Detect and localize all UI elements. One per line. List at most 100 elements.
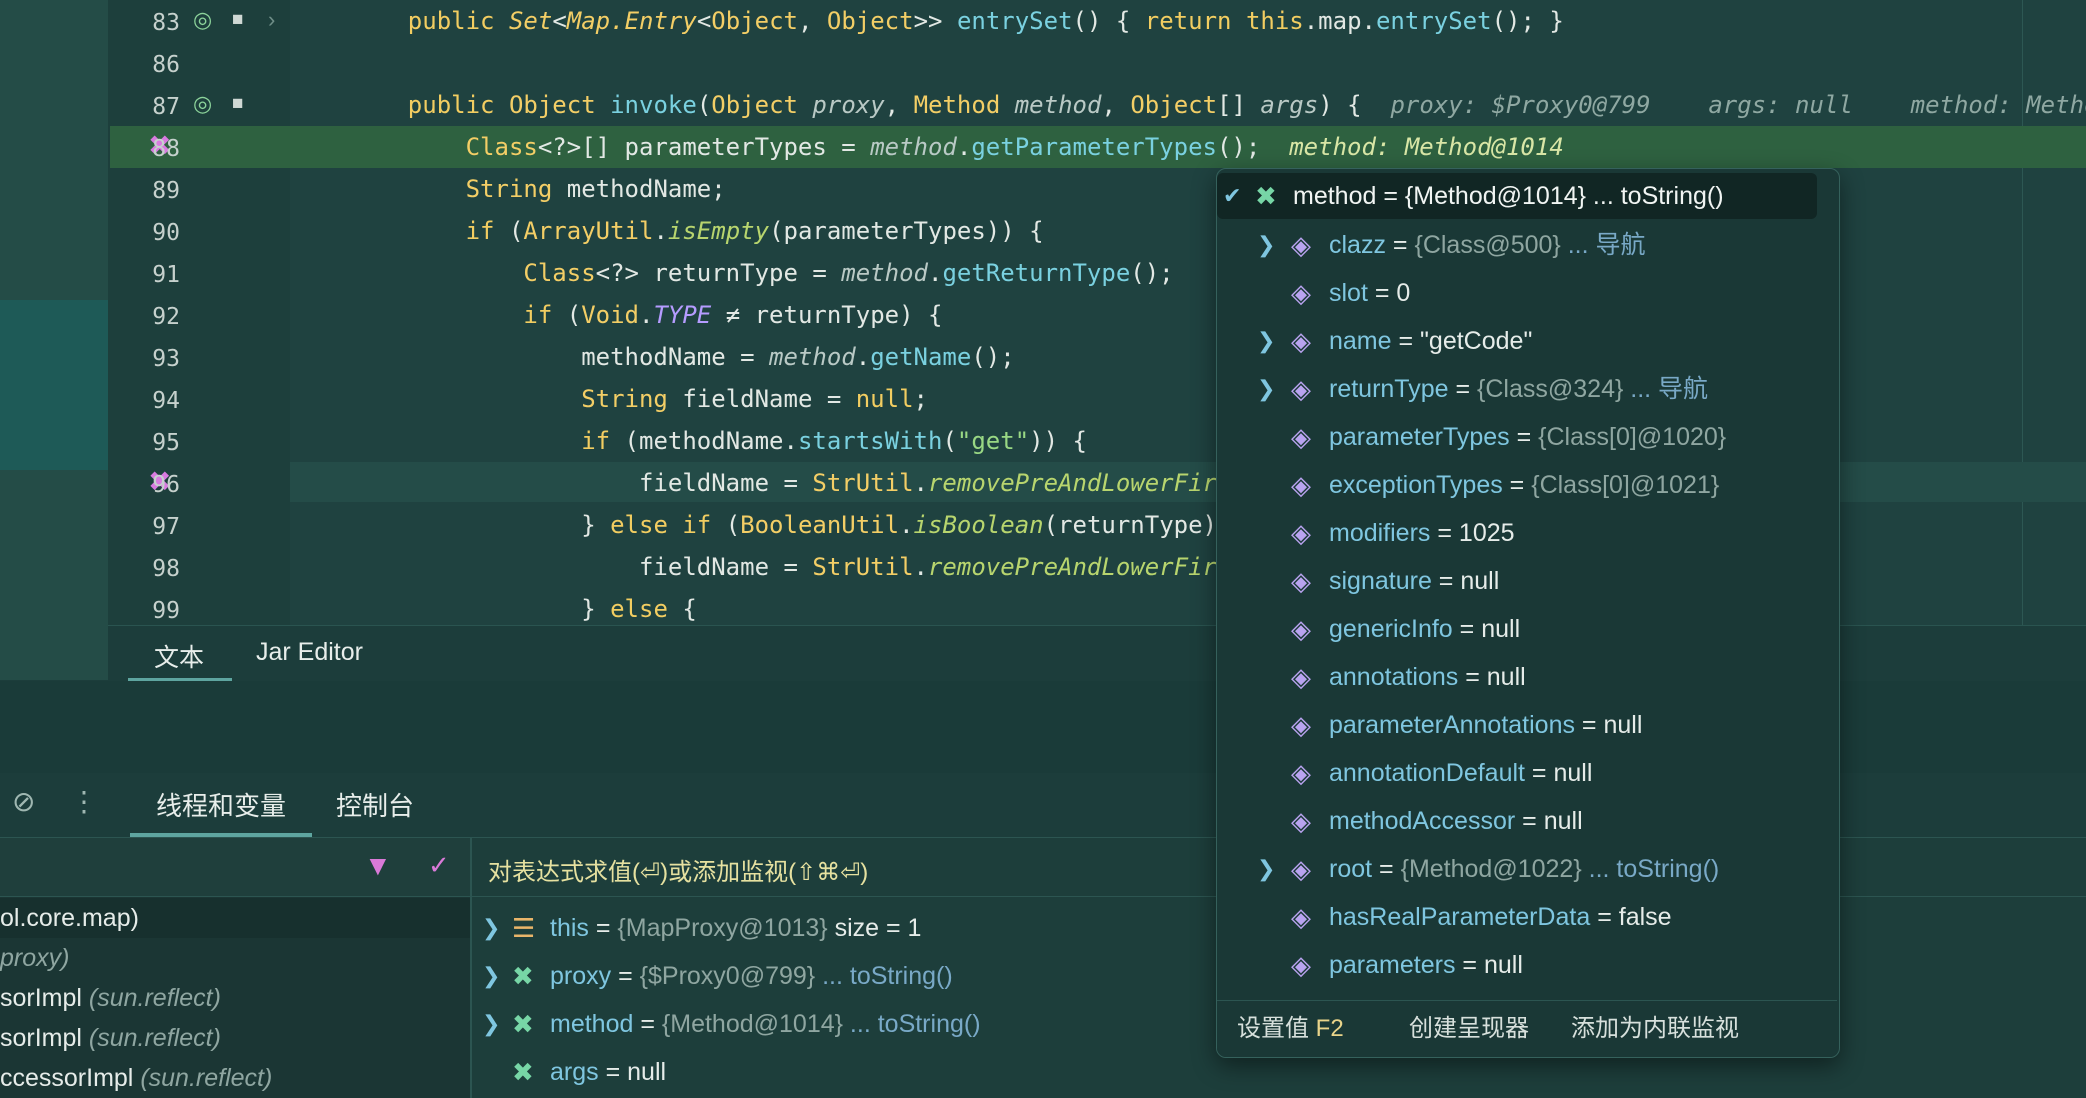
field-name: parameterAnnotations [1329, 711, 1575, 739]
popup-root-value: {Method@1014} [1404, 182, 1586, 210]
frame-row[interactable]: proxy) [0, 938, 470, 978]
frame-row[interactable]: ol.core.map) [0, 898, 470, 938]
popup-field-row[interactable]: ◈ parameters = null [1217, 941, 1837, 989]
field-icon: ◈ [1291, 614, 1311, 644]
field-icon: ◈ [1291, 854, 1311, 884]
code-line[interactable]: if (methodName.startsWith("get")) { [350, 426, 1087, 456]
popup-field-row[interactable]: ❯ ◈ clazz = {Class@500} ... 导航 [1217, 221, 1837, 269]
line-number[interactable]: 96 [108, 471, 180, 499]
add-inline-watch-button[interactable]: 添加为内联监视 [1571, 1001, 1739, 1057]
chevron-right-icon[interactable]: ❯ [1257, 221, 1275, 269]
checkmark-icon[interactable]: ✓ [428, 850, 450, 881]
override-icon[interactable]: ◎ [193, 90, 212, 118]
code-line[interactable]: public Object invoke(Object proxy, Metho… [350, 90, 2086, 120]
variable-row[interactable]: ❯ ☰ this = {MapProxy@1013} size = 1 [472, 904, 1212, 952]
popup-root-row[interactable]: ✔ ✖ method = {Method@1014} ... toString(… [1217, 173, 1817, 219]
popup-field-row[interactable]: ◈ parameterAnnotations = null [1217, 701, 1837, 749]
popup-field-row[interactable]: ◈ signature = null [1217, 557, 1837, 605]
mute-breakpoints-icon[interactable]: ⊘ [12, 785, 35, 818]
variable-link[interactable]: ... toString() [843, 1010, 981, 1038]
set-value-button[interactable]: 设置值 F2 [1237, 1001, 1344, 1057]
code-token: String [465, 175, 567, 203]
tab-console[interactable]: 控制台 [336, 786, 414, 823]
chevron-right-icon[interactable]: ❯ [482, 904, 500, 952]
popup-root-tostring-link[interactable]: ... toString() [1586, 182, 1724, 210]
code-line[interactable]: String methodName; [350, 174, 726, 204]
line-number[interactable]: 93 [108, 345, 180, 373]
chevron-right-icon[interactable]: ❯ [482, 952, 500, 1000]
code-token: ( [725, 511, 741, 539]
code-token: ≠ returnType) { [711, 301, 943, 329]
code-token: , [1101, 91, 1131, 119]
chevron-right-icon[interactable]: ❯ [482, 1000, 500, 1048]
line-number[interactable]: 91 [108, 261, 180, 289]
line-number[interactable]: 88 [108, 135, 180, 163]
code-line[interactable]: if (ArrayUtil.isEmpty(parameterTypes)) { [350, 216, 1044, 246]
code-line[interactable]: Class<?> returnType = method.getReturnTy… [350, 258, 1173, 288]
code-line[interactable]: if (Void.TYPE ≠ returnType) { [350, 300, 942, 330]
frame-row[interactable]: sorImpl (sun.reflect) [0, 1018, 470, 1058]
popup-field-row[interactable]: ◈ parameterTypes = {Class[0]@1020} [1217, 413, 1837, 461]
code-line[interactable]: } else { [350, 594, 697, 624]
variable-row[interactable]: ❯ ✖ method = {Method@1014} ... toString() [472, 1000, 1212, 1048]
popup-field-row[interactable]: ◈ annotations = null [1217, 653, 1837, 701]
line-number[interactable]: 86 [108, 51, 180, 79]
popup-field-row[interactable]: ◈ modifiers = 1025 [1217, 509, 1837, 557]
code-line[interactable]: methodName = method.getName(); [350, 342, 1015, 372]
code-line[interactable]: fieldName = StrUtil.removePreAndLowerFir… [350, 468, 1275, 498]
field-plain-value: "getCode" [1420, 327, 1533, 355]
chevron-right-icon[interactable]: ❯ [1257, 845, 1275, 893]
line-number[interactable]: 95 [108, 429, 180, 457]
line-number[interactable]: 98 [108, 555, 180, 583]
popup-field-row[interactable]: ◈ exceptionTypes = {Class[0]@1021} [1217, 461, 1837, 509]
frame-row[interactable]: ccessorImpl (sun.reflect) [0, 1058, 470, 1098]
line-number[interactable]: 92 [108, 303, 180, 331]
field-link[interactable]: ... toString() [1582, 855, 1720, 883]
tab-threads-variables[interactable]: 线程和变量 [156, 786, 286, 823]
code-line[interactable]: fieldName = StrUtil.removePreAndLowerFir… [350, 552, 1275, 582]
tab-jar-editor[interactable]: Jar Editor [256, 638, 363, 667]
field-name: modifiers [1329, 519, 1431, 547]
line-number[interactable]: 99 [108, 597, 180, 625]
line-number[interactable]: 87 [108, 93, 180, 121]
popup-field-row[interactable]: ◈ slot = 0 [1217, 269, 1837, 317]
variable-row[interactable]: ❯ ✖ proxy = {$Proxy0@799} ... toString() [472, 952, 1212, 1000]
code-line[interactable]: public Set<Map.Entry<Object, Object>> en… [350, 6, 1564, 36]
more-options-icon[interactable]: ⋮ [70, 785, 98, 818]
field-link[interactable]: ... 导航 [1623, 375, 1708, 403]
popup-field-row[interactable]: ❯ ◈ root = {Method@1022} ... toString() [1217, 845, 1837, 893]
popup-field-row[interactable]: ❯ ◈ name = "getCode" [1217, 317, 1837, 365]
line-number[interactable]: 90 [108, 219, 180, 247]
field-link[interactable]: ... 导航 [1561, 231, 1646, 259]
popup-field-row[interactable]: ❯ ◈ returnType = {Class@324} ... 导航 [1217, 365, 1837, 413]
code-token: method [870, 133, 957, 161]
popup-field-row[interactable]: ◈ genericInfo = null [1217, 605, 1837, 653]
chevron-down-icon[interactable]: ✔ [1223, 173, 1241, 219]
popup-field-row[interactable]: ◈ hasRealParameterData = false [1217, 893, 1837, 941]
tab-text[interactable]: 文本 [154, 638, 204, 674]
variable-link[interactable]: ... toString() [815, 962, 953, 990]
code-line[interactable]: } else if (BooleanUtil.isBoolean(returnT… [350, 510, 1275, 540]
chevron-right-icon[interactable]: ❯ [1257, 365, 1275, 413]
code-token: . [899, 511, 914, 539]
filter-icon[interactable]: ▼ [364, 850, 392, 882]
line-number[interactable]: 94 [108, 387, 180, 415]
code-token: . [927, 259, 943, 287]
popup-field-row[interactable]: ◈ methodAccessor = null [1217, 797, 1837, 845]
chevron-right-icon[interactable]: ❯ [1257, 317, 1275, 365]
override-icon[interactable]: ◎ [193, 6, 212, 34]
code-token: . [913, 553, 928, 581]
fold-chevron-icon[interactable]: › [268, 6, 275, 34]
line-number[interactable]: 89 [108, 177, 180, 205]
create-renderer-button[interactable]: 创建呈现器 [1409, 1001, 1529, 1057]
stop-icon[interactable]: ■ [232, 90, 243, 118]
param-icon: ✖ [512, 1057, 534, 1087]
line-number[interactable]: 83 [108, 9, 180, 37]
variable-row[interactable]: ✖ args = null [472, 1048, 1212, 1096]
frame-row[interactable]: sorImpl (sun.reflect) [0, 978, 470, 1018]
popup-field-row[interactable]: ◈ annotationDefault = null [1217, 749, 1837, 797]
line-number[interactable]: 97 [108, 513, 180, 541]
code-line[interactable]: String fieldName = null; [350, 384, 928, 414]
code-line[interactable]: Class<?>[] parameterTypes = method.getPa… [350, 132, 1564, 162]
stop-icon[interactable]: ■ [232, 6, 243, 34]
